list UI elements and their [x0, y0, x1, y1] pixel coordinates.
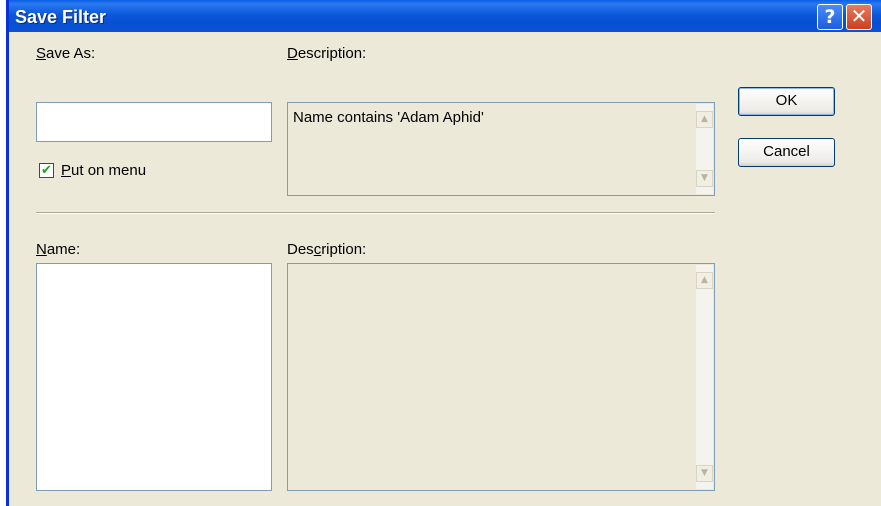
save-as-input[interactable] [36, 102, 272, 142]
cancel-button[interactable]: Cancel [738, 138, 835, 167]
arrow-down-icon: ▼ [701, 468, 708, 478]
scroll-up-button[interactable]: ▲ [696, 111, 713, 128]
save-filter-dialog: Save Filter ? ✕ Save As: ✔ Put on menu D… [6, 0, 881, 506]
filter-description: Name contains 'Adam Aphid' [293, 109, 484, 126]
title-bar[interactable]: Save Filter ? ✕ [9, 0, 881, 32]
name-label: Name: [36, 241, 81, 258]
ok-button[interactable]: OK [738, 87, 835, 116]
separator [36, 212, 715, 214]
arrow-down-icon: ▼ [701, 173, 708, 183]
scroll-up-button[interactable]: ▲ [696, 272, 713, 289]
close-button[interactable]: ✕ [846, 4, 872, 30]
description-text-bottom: ▲ ▼ [287, 263, 715, 491]
scroll-down-button[interactable]: ▼ [696, 170, 713, 187]
help-icon: ? [824, 6, 836, 28]
name-list[interactable] [36, 263, 272, 491]
description-top-scrollbar[interactable]: ▲ ▼ [696, 104, 713, 194]
close-icon: ✕ [850, 4, 868, 28]
dialog-title: Save Filter [15, 7, 107, 27]
description-bottom-scrollbar[interactable]: ▲ ▼ [696, 265, 713, 489]
arrow-up-icon: ▲ [701, 275, 708, 285]
put-on-menu-label[interactable]: Put on menu [61, 162, 146, 179]
description-label-bottom: Description: [287, 241, 367, 258]
checkmark-icon: ✔ [41, 163, 52, 178]
description-label-top: Description: [287, 45, 367, 62]
save-as-label: Save As: [36, 45, 96, 62]
help-button[interactable]: ? [817, 4, 843, 30]
put-on-menu-checkbox[interactable]: ✔ [39, 163, 54, 178]
description-text-top: Name contains 'Adam Aphid' ▲ ▼ [287, 102, 715, 196]
scroll-down-button[interactable]: ▼ [696, 465, 713, 482]
arrow-up-icon: ▲ [701, 114, 708, 124]
